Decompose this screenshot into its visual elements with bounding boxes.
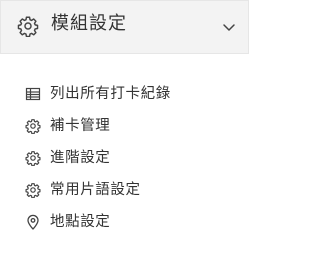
menu-item-advanced-settings[interactable]: 進階設定 — [0, 144, 249, 174]
location-pin-icon — [27, 214, 39, 230]
menu-item-location-settings[interactable]: 地點設定 — [0, 208, 249, 238]
module-settings-panel: 模組設定 列出所有打卡紀錄 補卡管理 進階設定 常用片語設定 地點設定 — [0, 0, 250, 256]
menu-item-label: 補卡管理 — [50, 118, 111, 134]
menu-item-punch-correction[interactable]: 補卡管理 — [0, 112, 249, 142]
table-icon — [25, 87, 41, 101]
menu-item-label: 地點設定 — [50, 214, 111, 230]
menu-item-label: 進階設定 — [50, 150, 111, 166]
module-settings-title: 模組設定 — [51, 13, 127, 34]
module-settings-header[interactable]: 模組設定 — [0, 0, 249, 54]
menu-item-common-phrases-settings[interactable]: 常用片語設定 — [0, 176, 249, 206]
menu-item-label: 列出所有打卡紀錄 — [50, 86, 171, 102]
gear-icon — [25, 183, 41, 198]
chevron-down-icon[interactable] — [222, 22, 236, 32]
menu-item-label: 常用片語設定 — [50, 182, 141, 198]
gear-icon — [25, 119, 41, 134]
menu-item-list-all-punch-records[interactable]: 列出所有打卡紀錄 — [0, 80, 249, 110]
gear-icon — [25, 151, 41, 166]
gear-icon — [17, 16, 39, 37]
